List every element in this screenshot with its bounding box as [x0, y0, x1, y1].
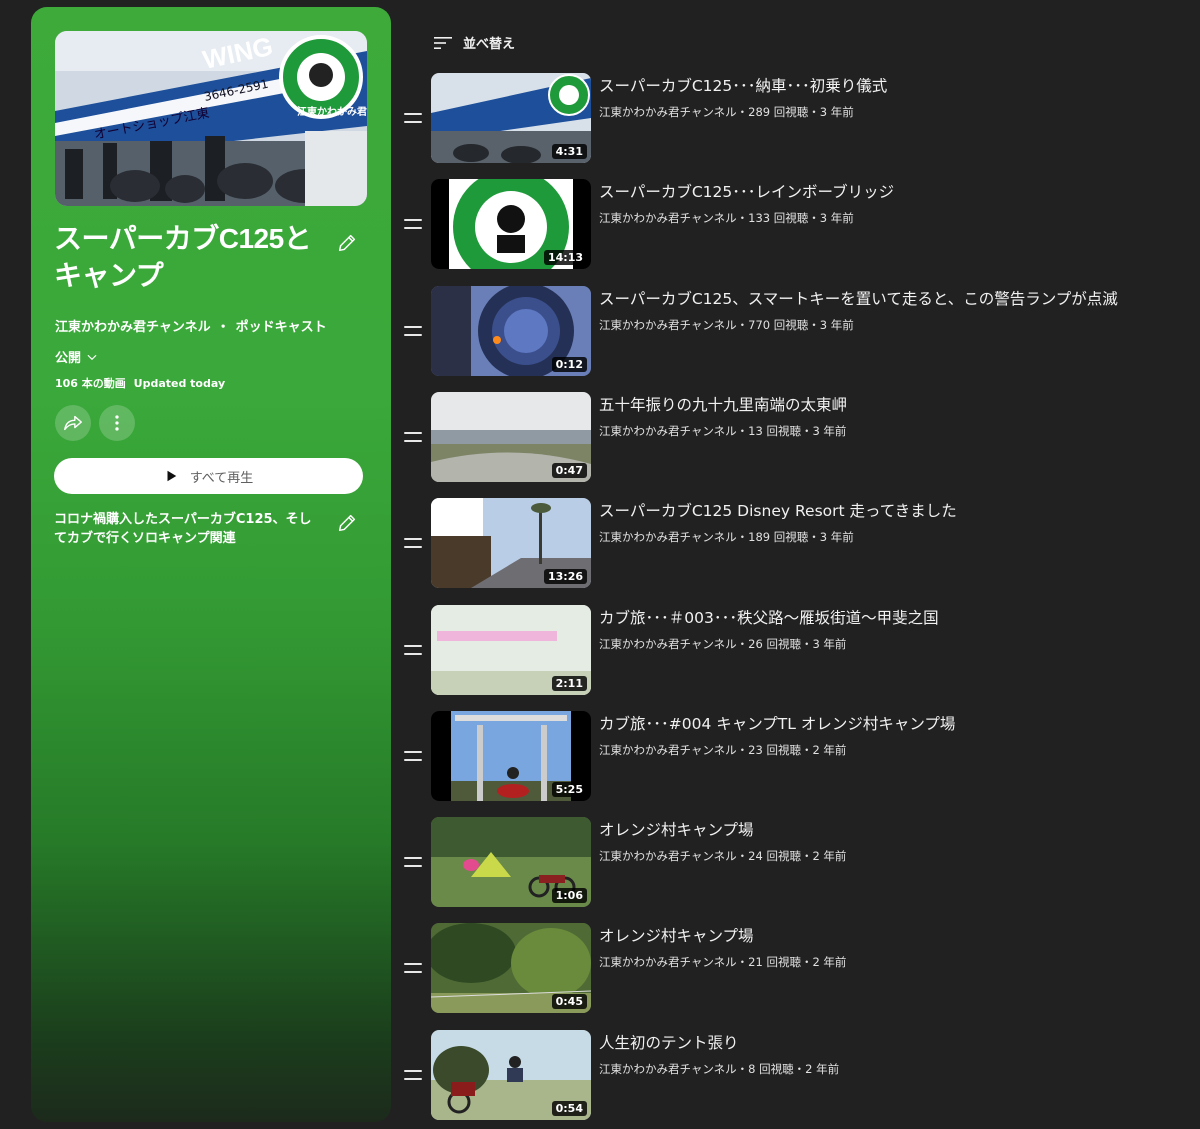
duration-badge: 4:31 [551, 144, 587, 159]
play-icon [167, 470, 176, 482]
drag-handle-icon[interactable] [404, 645, 422, 655]
video-meta: 江東かわかみ君チャンネル・289 回視聴・3 年前 [599, 105, 854, 119]
playlist-video-row[interactable]: 2:11 カブ旅･･･＃003･･･秩父路～雁坂街道～甲斐之国 江東かわかみ君チ… [400, 605, 1180, 697]
playlist-video-row[interactable]: 0:45 オレンジ村キャンプ場 江東かわかみ君チャンネル・21 回視聴・2 年前 [400, 923, 1180, 1015]
edit-description-button[interactable] [332, 508, 362, 538]
updated-label: Updated today [133, 377, 226, 390]
duration-badge: 1:06 [551, 888, 587, 903]
video-title[interactable]: オレンジ村キャンプ場 [599, 818, 754, 840]
playlist-stats: 106 本の動画 Updated today [55, 375, 225, 391]
duration-badge: 14:13 [543, 250, 587, 265]
playlist-video-row[interactable]: 4:31 スーパーカブC125･･･納車･･･初乗り儀式 江東かわかみ君チャンネ… [400, 73, 1180, 165]
playlist-description: コロナ禍購入したスーパーカブC125、そしてカブで行くソロキャンプ関連 [54, 512, 312, 546]
owner-link[interactable]: 江東かわかみ君チャンネル [55, 320, 211, 335]
privacy-dropdown[interactable]: 公開 [55, 347, 99, 366]
video-meta: 江東かわかみ君チャンネル・26 回視聴・3 年前 [599, 637, 847, 651]
video-thumbnail[interactable]: 4:31 [431, 73, 591, 163]
playlist-video-row[interactable]: 5:25 カブ旅･･･#004 キャンプTL オレンジ村キャンプ場 江東かわかみ… [400, 711, 1180, 803]
share-button[interactable] [55, 405, 91, 441]
drag-handle-icon[interactable] [404, 432, 422, 442]
playlist-header-panel: WING オートショップ江東 3646-2591 江東かわかみ君 スーパーカブC… [31, 7, 391, 1122]
drag-handle-icon[interactable] [404, 857, 422, 867]
more-vert-icon [115, 415, 119, 431]
video-thumbnail[interactable]: 2:11 [431, 605, 591, 695]
playlist-thumbnail[interactable]: WING オートショップ江東 3646-2591 江東かわかみ君 [55, 31, 367, 206]
chevron-down-icon [87, 354, 97, 360]
drag-handle-icon[interactable] [404, 1070, 422, 1080]
drag-handle-icon[interactable] [404, 219, 422, 229]
drag-handle-icon[interactable] [404, 538, 422, 548]
play-all-button[interactable]: すべて再生 [54, 458, 363, 494]
video-meta: 江東かわかみ君チャンネル・13 回視聴・3 年前 [599, 424, 847, 438]
play-all-label: すべて再生 [189, 470, 254, 486]
video-meta: 江東かわかみ君チャンネル・23 回視聴・2 年前 [599, 743, 847, 757]
sort-label: 並べ替え [463, 37, 516, 52]
duration-badge: 0:12 [551, 357, 587, 372]
playlist-video-row[interactable]: 14:13 スーパーカブC125･･･レインボーブリッジ 江東かわかみ君チャンネ… [400, 179, 1180, 271]
playlist-video-row[interactable]: 0:54 人生初のテント張り 江東かわかみ君チャンネル・8 回視聴・2 年前 [400, 1030, 1180, 1122]
video-title[interactable]: スーパーカブC125 Disney Resort 走ってきました [599, 499, 957, 521]
video-meta: 江東かわかみ君チャンネル・24 回視聴・2 年前 [599, 849, 847, 863]
video-title[interactable]: 人生初のテント張り [599, 1031, 739, 1053]
owner-separator: ・ [216, 320, 230, 335]
video-title[interactable]: スーパーカブC125･･･レインボーブリッジ [599, 180, 894, 202]
video-title[interactable]: カブ旅･･･#004 キャンプTL オレンジ村キャンプ場 [599, 712, 955, 734]
share-icon [64, 415, 82, 431]
video-title[interactable]: スーパーカブC125･･･納車･･･初乗り儀式 [599, 74, 887, 96]
video-meta: 江東かわかみ君チャンネル・21 回視聴・2 年前 [599, 955, 847, 969]
playlist-video-row[interactable]: 0:47 五十年振りの九十九里南端の太東岬 江東かわかみ君チャンネル・13 回視… [400, 392, 1180, 484]
video-title[interactable]: スーパーカブC125、スマートキーを置いて走ると、この警告ランプが点滅 [599, 287, 1118, 309]
duration-badge: 0:47 [551, 463, 587, 478]
drag-handle-icon[interactable] [404, 326, 422, 336]
privacy-label: 公開 [55, 351, 82, 366]
video-meta: 江東かわかみ君チャンネル・189 回視聴・3 年前 [599, 530, 854, 544]
pencil-icon [338, 234, 356, 252]
drag-handle-icon[interactable] [404, 963, 422, 973]
duration-badge: 0:54 [551, 1101, 587, 1116]
video-thumbnail[interactable]: 14:13 [431, 179, 591, 269]
duration-badge: 5:25 [551, 782, 587, 797]
video-thumbnail[interactable]: 0:54 [431, 1030, 591, 1120]
duration-badge: 13:26 [543, 569, 587, 584]
video-thumbnail[interactable]: 13:26 [431, 498, 591, 588]
video-thumbnail[interactable]: 0:47 [431, 392, 591, 482]
video-title[interactable]: 五十年振りの九十九里南端の太東岬 [599, 393, 847, 415]
svg-text:江東かわかみ君: 江東かわかみ君 [297, 105, 367, 118]
sort-button[interactable]: 並べ替え [433, 33, 515, 52]
video-thumbnail[interactable]: 1:06 [431, 817, 591, 907]
sort-icon [434, 36, 452, 49]
drag-handle-icon[interactable] [404, 751, 422, 761]
more-actions-button[interactable] [99, 405, 135, 441]
video-meta: 江東かわかみ君チャンネル・8 回視聴・2 年前 [599, 1062, 840, 1076]
pencil-icon [338, 514, 356, 532]
edit-title-button[interactable] [332, 228, 362, 258]
duration-badge: 2:11 [551, 676, 587, 691]
podcast-label: ポッドキャスト [235, 320, 327, 335]
video-thumbnail[interactable]: 0:45 [431, 923, 591, 1013]
playlist-video-row[interactable]: 13:26 スーパーカブC125 Disney Resort 走ってきました 江… [400, 498, 1180, 590]
video-meta: 江東かわかみ君チャンネル・770 回視聴・3 年前 [599, 318, 854, 332]
video-title[interactable]: カブ旅･･･＃003･･･秩父路～雁坂街道～甲斐之国 [599, 606, 939, 628]
video-meta: 江東かわかみ君チャンネル・133 回視聴・3 年前 [599, 211, 854, 225]
drag-handle-icon[interactable] [404, 113, 422, 123]
playlist-video-row[interactable]: 0:12 スーパーカブC125、スマートキーを置いて走ると、この警告ランプが点滅… [400, 286, 1180, 378]
video-thumbnail[interactable]: 5:25 [431, 711, 591, 801]
video-title[interactable]: オレンジ村キャンプ場 [599, 924, 754, 946]
playlist-video-row[interactable]: 1:06 オレンジ村キャンプ場 江東かわかみ君チャンネル・24 回視聴・2 年前 [400, 817, 1180, 909]
duration-badge: 0:45 [551, 994, 587, 1009]
playlist-title: スーパーカブC125とキャンプ [54, 223, 312, 291]
video-thumbnail[interactable]: 0:12 [431, 286, 591, 376]
video-count: 106 本の動画 [55, 377, 126, 390]
playlist-owner-line: 江東かわかみ君チャンネル・ポッドキャスト [55, 316, 327, 335]
